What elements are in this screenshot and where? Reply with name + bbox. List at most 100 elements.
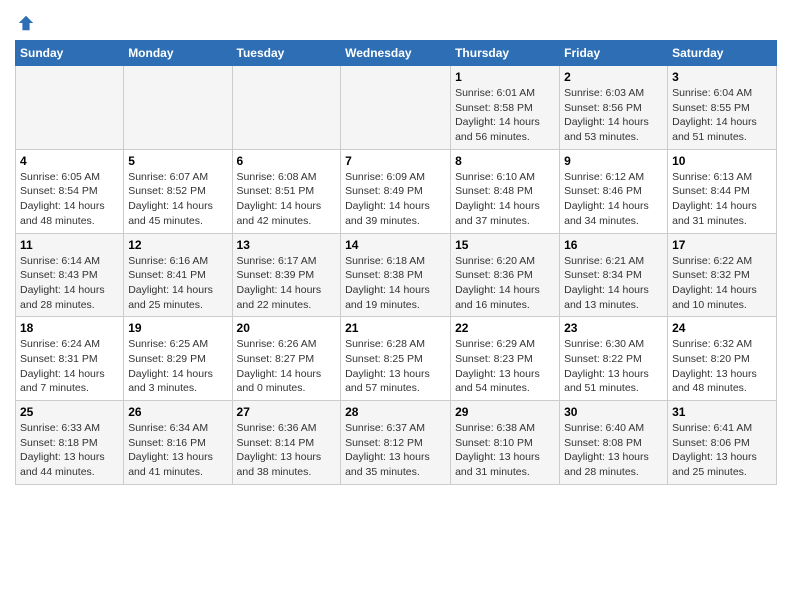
day-info: Sunrise: 6:17 AMSunset: 8:39 PMDaylight:…	[237, 254, 337, 313]
day-number: 26	[128, 405, 227, 419]
logo-icon	[17, 14, 35, 32]
day-number: 3	[672, 70, 772, 84]
day-number: 21	[345, 321, 446, 335]
day-number: 20	[237, 321, 337, 335]
day-number: 19	[128, 321, 227, 335]
day-info: Sunrise: 6:22 AMSunset: 8:32 PMDaylight:…	[672, 254, 772, 313]
day-cell: 29 Sunrise: 6:38 AMSunset: 8:10 PMDayligh…	[451, 401, 560, 485]
day-info: Sunrise: 6:05 AMSunset: 8:54 PMDaylight:…	[20, 170, 119, 229]
day-info: Sunrise: 6:30 AMSunset: 8:22 PMDaylight:…	[564, 337, 663, 396]
day-info: Sunrise: 6:26 AMSunset: 8:27 PMDaylight:…	[237, 337, 337, 396]
day-info: Sunrise: 6:36 AMSunset: 8:14 PMDaylight:…	[237, 421, 337, 480]
day-info: Sunrise: 6:18 AMSunset: 8:38 PMDaylight:…	[345, 254, 446, 313]
week-row-1: 1 Sunrise: 6:01 AMSunset: 8:58 PMDaylight…	[16, 66, 777, 150]
day-info: Sunrise: 6:12 AMSunset: 8:46 PMDaylight:…	[564, 170, 663, 229]
day-number: 7	[345, 154, 446, 168]
day-cell: 21 Sunrise: 6:28 AMSunset: 8:25 PMDayligh…	[341, 317, 451, 401]
day-number: 22	[455, 321, 555, 335]
day-info: Sunrise: 6:08 AMSunset: 8:51 PMDaylight:…	[237, 170, 337, 229]
day-number: 14	[345, 238, 446, 252]
day-number: 2	[564, 70, 663, 84]
day-cell: 2 Sunrise: 6:03 AMSunset: 8:56 PMDaylight…	[560, 66, 668, 150]
day-info: Sunrise: 6:09 AMSunset: 8:49 PMDaylight:…	[345, 170, 446, 229]
day-cell	[16, 66, 124, 150]
day-info: Sunrise: 6:32 AMSunset: 8:20 PMDaylight:…	[672, 337, 772, 396]
day-cell: 5 Sunrise: 6:07 AMSunset: 8:52 PMDaylight…	[124, 149, 232, 233]
day-cell: 4 Sunrise: 6:05 AMSunset: 8:54 PMDaylight…	[16, 149, 124, 233]
day-info: Sunrise: 6:21 AMSunset: 8:34 PMDaylight:…	[564, 254, 663, 313]
day-cell: 24 Sunrise: 6:32 AMSunset: 8:20 PMDayligh…	[668, 317, 777, 401]
day-number: 27	[237, 405, 337, 419]
day-number: 4	[20, 154, 119, 168]
week-row-5: 25 Sunrise: 6:33 AMSunset: 8:18 PMDayligh…	[16, 401, 777, 485]
day-cell: 23 Sunrise: 6:30 AMSunset: 8:22 PMDayligh…	[560, 317, 668, 401]
day-cell: 17 Sunrise: 6:22 AMSunset: 8:32 PMDayligh…	[668, 233, 777, 317]
day-cell: 26 Sunrise: 6:34 AMSunset: 8:16 PMDayligh…	[124, 401, 232, 485]
day-number: 8	[455, 154, 555, 168]
header-row: SundayMondayTuesdayWednesdayThursdayFrid…	[16, 41, 777, 66]
day-info: Sunrise: 6:40 AMSunset: 8:08 PMDaylight:…	[564, 421, 663, 480]
day-number: 11	[20, 238, 119, 252]
week-row-3: 11Sunrise: 6:14 AMSunset: 8:43 PMDayligh…	[16, 233, 777, 317]
day-cell: 12Sunrise: 6:16 AMSunset: 8:41 PMDayligh…	[124, 233, 232, 317]
day-number: 6	[237, 154, 337, 168]
day-cell: 11Sunrise: 6:14 AMSunset: 8:43 PMDayligh…	[16, 233, 124, 317]
day-cell: 25 Sunrise: 6:33 AMSunset: 8:18 PMDayligh…	[16, 401, 124, 485]
day-info: Sunrise: 6:04 AMSunset: 8:55 PMDaylight:…	[672, 86, 772, 145]
day-info: Sunrise: 6:38 AMSunset: 8:10 PMDaylight:…	[455, 421, 555, 480]
day-cell: 28 Sunrise: 6:37 AMSunset: 8:12 PMDayligh…	[341, 401, 451, 485]
day-cell	[232, 66, 341, 150]
day-info: Sunrise: 6:24 AMSunset: 8:31 PMDaylight:…	[20, 337, 119, 396]
day-number: 1	[455, 70, 555, 84]
day-cell: 15 Sunrise: 6:20 AMSunset: 8:36 PMDayligh…	[451, 233, 560, 317]
header-day-friday: Friday	[560, 41, 668, 66]
day-info: Sunrise: 6:25 AMSunset: 8:29 PMDaylight:…	[128, 337, 227, 396]
day-cell: 22Sunrise: 6:29 AMSunset: 8:23 PMDayligh…	[451, 317, 560, 401]
day-info: Sunrise: 6:10 AMSunset: 8:48 PMDaylight:…	[455, 170, 555, 229]
day-cell: 19 Sunrise: 6:25 AMSunset: 8:29 PMDayligh…	[124, 317, 232, 401]
day-number: 5	[128, 154, 227, 168]
header-day-wednesday: Wednesday	[341, 41, 451, 66]
day-number: 16	[564, 238, 663, 252]
day-number: 29	[455, 405, 555, 419]
day-cell: 3 Sunrise: 6:04 AMSunset: 8:55 PMDaylight…	[668, 66, 777, 150]
day-number: 15	[455, 238, 555, 252]
day-number: 9	[564, 154, 663, 168]
header-day-saturday: Saturday	[668, 41, 777, 66]
day-cell: 18 Sunrise: 6:24 AMSunset: 8:31 PMDayligh…	[16, 317, 124, 401]
logo	[15, 14, 35, 32]
day-cell: 8 Sunrise: 6:10 AMSunset: 8:48 PMDaylight…	[451, 149, 560, 233]
day-info: Sunrise: 6:28 AMSunset: 8:25 PMDaylight:…	[345, 337, 446, 396]
day-number: 10	[672, 154, 772, 168]
day-info: Sunrise: 6:41 AMSunset: 8:06 PMDaylight:…	[672, 421, 772, 480]
header-day-thursday: Thursday	[451, 41, 560, 66]
day-number: 12	[128, 238, 227, 252]
calendar-table: SundayMondayTuesdayWednesdayThursdayFrid…	[15, 40, 777, 485]
page-header	[15, 10, 777, 32]
day-cell: 14 Sunrise: 6:18 AMSunset: 8:38 PMDayligh…	[341, 233, 451, 317]
day-cell: 10Sunrise: 6:13 AMSunset: 8:44 PMDayligh…	[668, 149, 777, 233]
day-number: 23	[564, 321, 663, 335]
header-day-tuesday: Tuesday	[232, 41, 341, 66]
day-number: 30	[564, 405, 663, 419]
day-cell: 20 Sunrise: 6:26 AMSunset: 8:27 PMDayligh…	[232, 317, 341, 401]
day-number: 17	[672, 238, 772, 252]
day-info: Sunrise: 6:01 AMSunset: 8:58 PMDaylight:…	[455, 86, 555, 145]
day-cell: 7 Sunrise: 6:09 AMSunset: 8:49 PMDaylight…	[341, 149, 451, 233]
week-row-2: 4 Sunrise: 6:05 AMSunset: 8:54 PMDaylight…	[16, 149, 777, 233]
day-info: Sunrise: 6:03 AMSunset: 8:56 PMDaylight:…	[564, 86, 663, 145]
day-number: 24	[672, 321, 772, 335]
day-info: Sunrise: 6:20 AMSunset: 8:36 PMDaylight:…	[455, 254, 555, 313]
day-number: 31	[672, 405, 772, 419]
day-info: Sunrise: 6:34 AMSunset: 8:16 PMDaylight:…	[128, 421, 227, 480]
day-number: 18	[20, 321, 119, 335]
day-cell: 6 Sunrise: 6:08 AMSunset: 8:51 PMDaylight…	[232, 149, 341, 233]
day-cell	[341, 66, 451, 150]
day-number: 25	[20, 405, 119, 419]
day-number: 28	[345, 405, 446, 419]
header-day-sunday: Sunday	[16, 41, 124, 66]
day-cell: 31 Sunrise: 6:41 AMSunset: 8:06 PMDayligh…	[668, 401, 777, 485]
day-info: Sunrise: 6:37 AMSunset: 8:12 PMDaylight:…	[345, 421, 446, 480]
day-info: Sunrise: 6:07 AMSunset: 8:52 PMDaylight:…	[128, 170, 227, 229]
day-info: Sunrise: 6:33 AMSunset: 8:18 PMDaylight:…	[20, 421, 119, 480]
